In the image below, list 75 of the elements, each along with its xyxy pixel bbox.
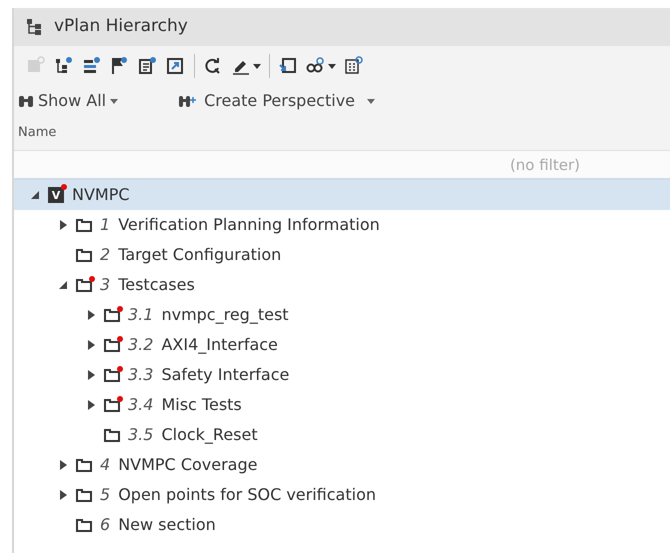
node-label: Verification Planning Information — [118, 214, 380, 236]
tree-row[interactable]: 3.1 nvmpc_reg_test — [14, 300, 670, 330]
tree-row[interactable]: V NVMPC — [14, 180, 670, 210]
section-number: 1 — [100, 214, 110, 236]
node-label: Open points for SOC verification — [118, 484, 376, 506]
folder-icon — [104, 398, 120, 412]
node-label: Safety Interface — [161, 364, 290, 386]
binoculars-plus-icon — [178, 94, 196, 108]
node-label: nvmpc_reg_test — [161, 304, 289, 326]
tree-row[interactable]: 3.2 AXI4_Interface — [14, 330, 670, 360]
list-plus-icon — [82, 56, 102, 76]
section-number: 4 — [100, 454, 110, 476]
hierarchy-icon — [26, 18, 42, 36]
node-label: Misc Tests — [161, 394, 242, 416]
section-number: 3.4 — [128, 394, 154, 416]
tree-row[interactable]: 1 Verification Planning Information — [14, 210, 670, 240]
tree-row[interactable]: 4 NVMPC Coverage — [14, 450, 670, 480]
folder-icon — [104, 338, 120, 352]
tree-row[interactable]: 5 Open points for SOC verification — [14, 480, 670, 510]
grid-icon — [344, 56, 364, 76]
section-number: 3.2 — [128, 334, 154, 356]
folder-icon — [76, 278, 92, 292]
folder-icon — [76, 458, 92, 472]
binoculars-icon — [18, 94, 34, 108]
node-label: Clock_Reset — [161, 424, 258, 446]
caret-icon — [328, 64, 336, 68]
folder-icon — [104, 428, 120, 442]
note-plus-icon — [138, 56, 158, 76]
tree-row[interactable]: 2 Target Configuration — [14, 240, 670, 270]
tree-row[interactable]: 3 Testcases — [14, 270, 670, 300]
tree-row[interactable]: 3.5 Clock_Reset — [14, 420, 670, 450]
tree-plus-icon — [54, 56, 74, 76]
folder-icon — [76, 218, 92, 232]
create-perspective-button[interactable]: Create Perspective — [178, 89, 376, 113]
flag-plus-icon — [110, 56, 130, 76]
node-label: New section — [118, 514, 216, 536]
folder-icon — [76, 248, 92, 262]
caret-icon — [110, 98, 118, 104]
node-label: Testcases — [118, 274, 195, 296]
node-label: NVMPC Coverage — [118, 454, 258, 476]
node-label: AXI4_Interface — [161, 334, 278, 356]
show-all-button[interactable]: Show All — [18, 89, 118, 113]
section-number: 6 — [100, 514, 110, 536]
expand-icon[interactable] — [88, 340, 94, 350]
collapse-icon[interactable] — [31, 191, 39, 199]
folder-icon — [76, 518, 92, 532]
folder-icon — [104, 308, 120, 322]
section-number: 5 — [100, 484, 110, 506]
filter-field[interactable]: (no filter) — [14, 151, 670, 180]
column-header[interactable]: Name — [14, 116, 670, 151]
caret-icon — [367, 98, 376, 104]
section-number: 3 — [100, 274, 110, 296]
window-title: vPlan Hierarchy — [54, 15, 188, 38]
collapse-icon[interactable] — [59, 281, 67, 289]
column-title: Name — [18, 124, 56, 142]
section-number: 3.5 — [128, 424, 154, 446]
section-number: 2 — [100, 244, 110, 266]
section-number: 3.3 — [128, 364, 154, 386]
tree-row[interactable]: 6 New section — [14, 510, 670, 540]
caret-icon — [253, 64, 261, 68]
section-number: 3.1 — [128, 304, 154, 326]
folder-icon — [104, 368, 120, 382]
node-label: NVMPC — [72, 184, 130, 206]
tree-row[interactable]: 3.3 Safety Interface — [14, 360, 670, 390]
expand-icon[interactable] — [60, 490, 66, 500]
expand-icon[interactable] — [60, 460, 66, 470]
folder-icon — [76, 488, 92, 502]
tree-row[interactable]: 3.4 Misc Tests — [14, 390, 670, 420]
node-label: Target Configuration — [118, 244, 282, 266]
box-arrow-icon — [278, 56, 298, 76]
expand-icon[interactable] — [88, 400, 94, 410]
expand-icon[interactable] — [88, 310, 94, 320]
plan-badge: V — [48, 187, 64, 203]
expand-icon[interactable] — [60, 220, 66, 230]
expand-icon[interactable] — [88, 370, 94, 380]
